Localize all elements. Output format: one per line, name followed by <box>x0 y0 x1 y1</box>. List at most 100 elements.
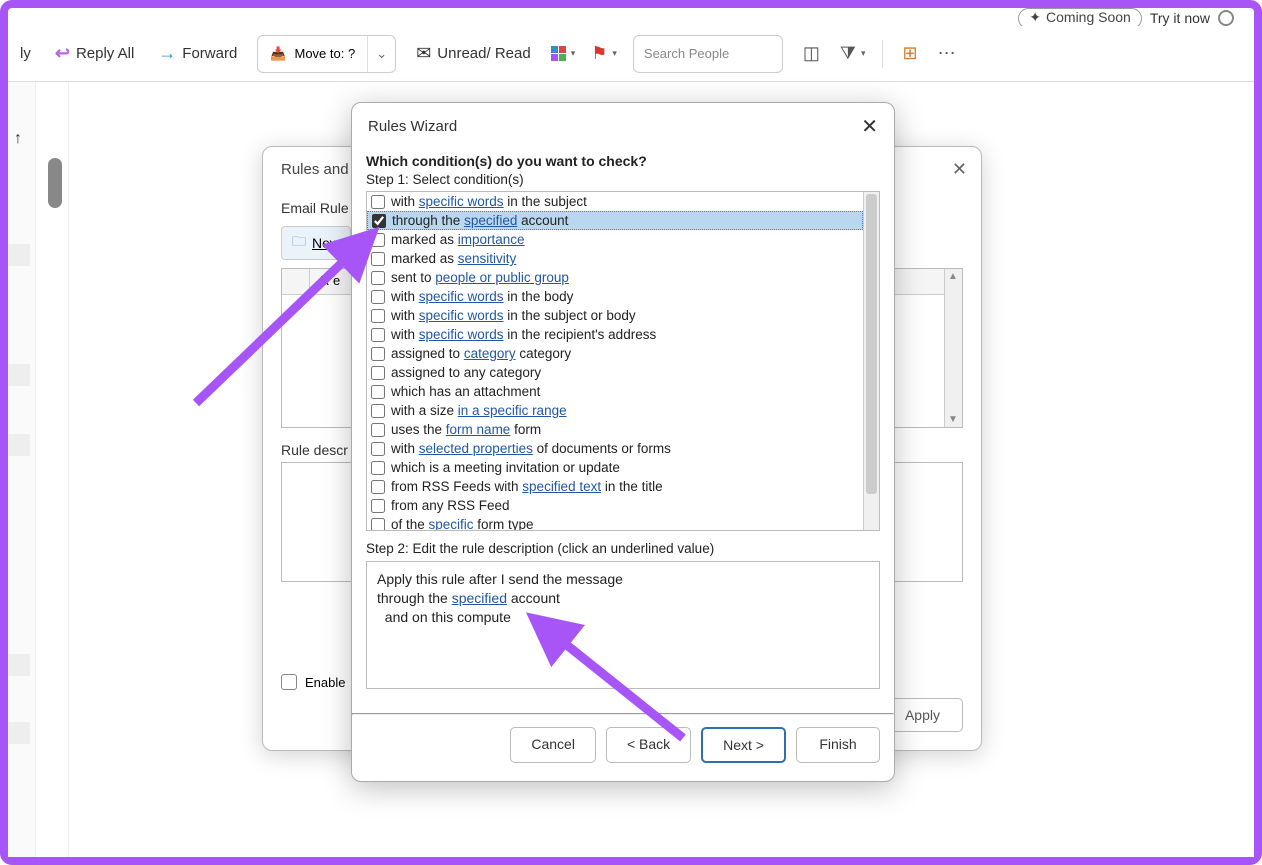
unread-read-button[interactable]: ✉ Unread/ Read <box>412 37 535 71</box>
condition-text: with specific words in the recipient's a… <box>391 327 656 342</box>
finish-button[interactable]: Finish <box>796 727 880 763</box>
condition-checkbox[interactable] <box>371 518 385 531</box>
condition-checkbox[interactable] <box>371 366 385 380</box>
condition-link[interactable]: selected properties <box>419 441 533 456</box>
step1-label: Step 1: Select condition(s) <box>366 172 880 187</box>
more-options-button[interactable]: ⋯ <box>938 43 958 64</box>
flag-button[interactable]: ⚑ ▾ <box>591 43 617 64</box>
filter-button[interactable]: ⧩ ▾ <box>840 43 866 64</box>
reply-all-icon: ↩ <box>55 43 70 64</box>
condition-text: assigned to category category <box>391 346 571 361</box>
condition-link[interactable]: specific words <box>419 194 504 209</box>
condition-row[interactable]: with specific words in the recipient's a… <box>367 325 863 344</box>
up-arrow-icon[interactable]: ↑ <box>14 130 22 148</box>
enable-rules-checkbox[interactable] <box>281 674 297 690</box>
condition-checkbox[interactable] <box>371 252 385 266</box>
condition-checkbox[interactable] <box>371 499 385 513</box>
condition-row[interactable]: uses the form name form <box>367 420 863 439</box>
condition-checkbox[interactable] <box>371 309 385 323</box>
conditions-listbox[interactable]: with specific words in the subjectthroug… <box>366 191 880 531</box>
condition-link[interactable]: importance <box>458 232 525 247</box>
condition-link[interactable]: specified text <box>522 479 601 494</box>
nav-item[interactable] <box>8 654 30 676</box>
chevron-down-icon: ▾ <box>861 48 866 59</box>
reply-button-fragment[interactable]: ly <box>16 37 35 71</box>
condition-checkbox[interactable] <box>371 347 385 361</box>
condition-checkbox[interactable] <box>371 442 385 456</box>
move-to-folder-icon: 📥 <box>270 46 286 62</box>
reply-all-button[interactable]: ↩ Reply All <box>51 37 138 71</box>
condition-row[interactable]: from RSS Feeds with specified text in th… <box>367 477 863 496</box>
condition-link[interactable]: sensitivity <box>458 251 517 266</box>
condition-row[interactable]: which has an attachment <box>367 382 863 401</box>
search-people-input[interactable]: Search People <box>633 35 783 73</box>
toggle-circle-icon[interactable] <box>1218 10 1234 26</box>
condition-row[interactable]: with specific words in the body <box>367 287 863 306</box>
condition-link[interactable]: specific <box>429 517 474 530</box>
back-button[interactable]: < Back <box>606 727 691 763</box>
conditions-scrollbar[interactable] <box>863 192 879 530</box>
addin-icon: ⊞ <box>903 43 918 64</box>
condition-row[interactable]: with selected properties of documents or… <box>367 439 863 458</box>
next-button[interactable]: Next > <box>701 727 786 763</box>
condition-row[interactable]: assigned to any category <box>367 363 863 382</box>
condition-row[interactable]: assigned to category category <box>367 344 863 363</box>
close-icon[interactable]: ✕ <box>952 159 967 180</box>
condition-link[interactable]: specific words <box>419 327 504 342</box>
condition-checkbox[interactable] <box>371 328 385 342</box>
condition-checkbox[interactable] <box>371 195 385 209</box>
rule-description-editor[interactable]: Apply this rule after I send the message… <box>366 561 880 689</box>
forward-label: Forward <box>182 45 237 62</box>
categorize-button[interactable]: ▾ <box>551 46 576 61</box>
condition-row[interactable]: marked as importance <box>367 230 863 249</box>
condition-checkbox[interactable] <box>371 480 385 494</box>
condition-checkbox[interactable] <box>371 404 385 418</box>
message-list-scrollbar[interactable] <box>48 158 62 208</box>
condition-checkbox[interactable] <box>371 423 385 437</box>
address-book-button[interactable]: ◫ <box>799 37 824 71</box>
unread-read-label: Unread/ Read <box>437 45 530 62</box>
condition-checkbox[interactable] <box>371 290 385 304</box>
condition-link[interactable]: category <box>464 346 516 361</box>
condition-checkbox[interactable] <box>372 214 386 228</box>
condition-row[interactable]: which is a meeting invitation or update <box>367 458 863 477</box>
condition-text: sent to people or public group <box>391 270 569 285</box>
nav-item[interactable] <box>8 244 30 266</box>
condition-row[interactable]: with a size in a specific range <box>367 401 863 420</box>
grid-scrollbar[interactable] <box>944 269 962 427</box>
condition-row[interactable]: from any RSS Feed <box>367 496 863 515</box>
condition-row[interactable]: with specific words in the subject <box>367 192 863 211</box>
condition-checkbox[interactable] <box>371 233 385 247</box>
condition-text: marked as sensitivity <box>391 251 516 266</box>
condition-link[interactable]: form name <box>446 422 511 437</box>
condition-link[interactable]: specified <box>464 213 517 228</box>
condition-link[interactable]: people or public group <box>435 270 569 285</box>
forward-button[interactable]: → Forward <box>154 37 241 71</box>
condition-link[interactable]: specific words <box>419 308 504 323</box>
condition-row[interactable]: through the specified account <box>367 211 863 230</box>
condition-row[interactable]: of the specific form type <box>367 515 863 530</box>
wizard-title: Rules Wizard <box>368 118 457 135</box>
specified-link[interactable]: specified <box>452 590 507 606</box>
condition-row[interactable]: marked as sensitivity <box>367 249 863 268</box>
condition-link[interactable]: specific words <box>419 289 504 304</box>
condition-checkbox[interactable] <box>371 271 385 285</box>
nav-item[interactable] <box>8 364 30 386</box>
condition-text: which has an attachment <box>391 384 540 399</box>
condition-checkbox[interactable] <box>371 385 385 399</box>
addin-button[interactable]: ⊞ <box>899 37 922 71</box>
new-rule-button[interactable]: 🗀 New <box>281 226 351 260</box>
cancel-button[interactable]: Cancel <box>510 727 596 763</box>
condition-row[interactable]: sent to people or public group <box>367 268 863 287</box>
condition-link[interactable]: in a specific range <box>458 403 567 418</box>
condition-checkbox[interactable] <box>371 461 385 475</box>
close-icon[interactable]: ✕ <box>861 114 878 139</box>
condition-row[interactable]: with specific words in the subject or bo… <box>367 306 863 325</box>
condition-text: with specific words in the subject or bo… <box>391 308 636 323</box>
nav-item[interactable] <box>8 722 30 744</box>
move-to-dropdown[interactable]: 📥 Move to: ? ⌄ <box>257 35 396 73</box>
try-it-now-link[interactable]: Try it now <box>1150 10 1210 26</box>
nav-item[interactable] <box>8 434 30 456</box>
chevron-down-icon[interactable]: ⌄ <box>367 36 395 72</box>
top-banner: ✦ Coming Soon Try it now <box>1018 8 1254 28</box>
